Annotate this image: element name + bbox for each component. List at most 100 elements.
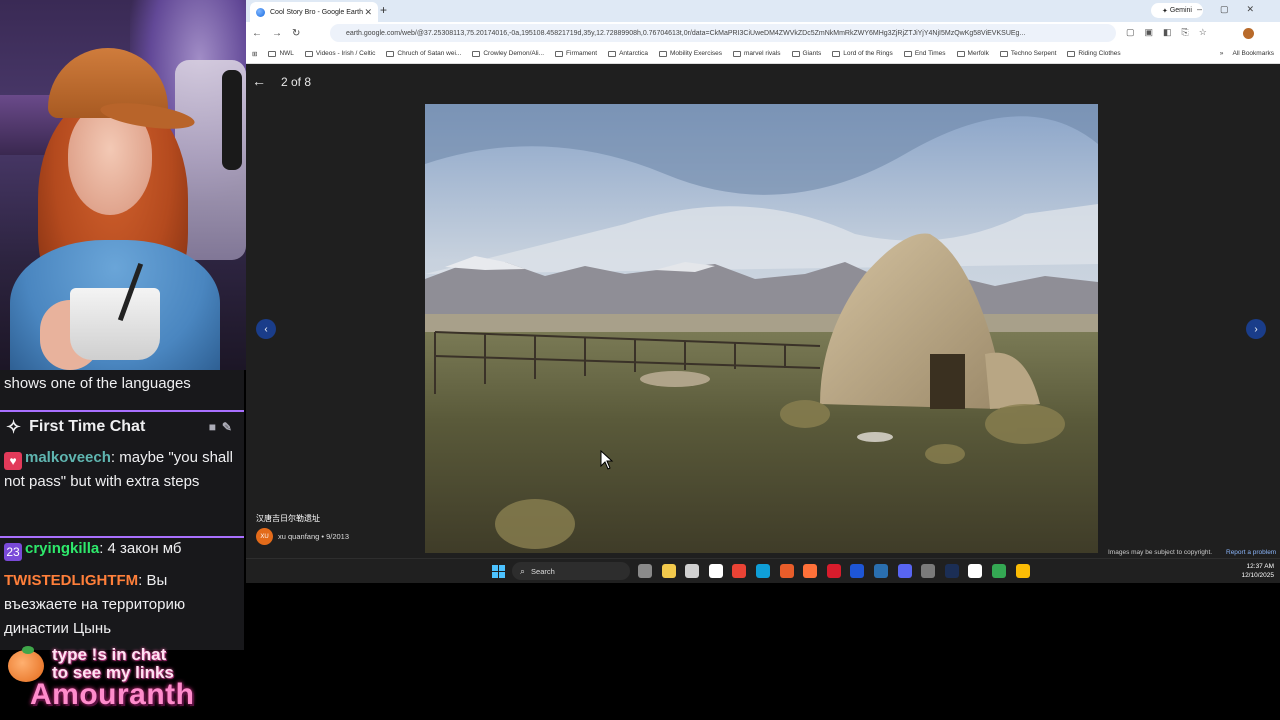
- chevron-left-icon: ‹: [264, 323, 268, 335]
- all-bookmarks-label: All Bookmarks: [1232, 50, 1274, 57]
- tab-close-icon[interactable]: ✕: [364, 7, 372, 18]
- search-label: Search: [531, 566, 555, 576]
- bookmark-item[interactable]: Merfolk: [956, 50, 989, 57]
- bookmark-item[interactable]: Videos - Irish / Celtic: [304, 50, 376, 57]
- clock-time: 12:37 AM: [1246, 563, 1274, 570]
- photo-author[interactable]: XU xu quanfang • 9/2013: [256, 528, 349, 545]
- gemini-button[interactable]: ✦ Gemini: [1151, 3, 1203, 18]
- stream-overlay: type !s in chat to see my links Amourant…: [0, 646, 244, 720]
- bookmark-label: Firmament: [566, 50, 598, 57]
- folder-icon: [733, 50, 742, 57]
- chat-username[interactable]: cryingkilla: [25, 540, 99, 557]
- bookmark-label: Crowley Demon/Ali...: [483, 50, 545, 57]
- profile-avatar[interactable]: [1243, 28, 1254, 39]
- extension-icons[interactable]: ▢▣◧⎘☆: [1126, 27, 1217, 38]
- chat-message: 23 cryingkilla: 4 закон мб: [0, 537, 244, 561]
- taskbar-app-icon[interactable]: [897, 564, 912, 578]
- first-time-chat-title: First Time Chat: [29, 418, 146, 435]
- taskbar-app-icon[interactable]: [685, 564, 700, 578]
- windows-start-icon[interactable]: [492, 565, 505, 578]
- chat-username[interactable]: TWISTEDLIGHTFM: [4, 572, 138, 589]
- bookmark-item[interactable]: End Times: [903, 50, 946, 57]
- bookmark-label: Videos - Irish / Celtic: [315, 50, 376, 57]
- nav-buttons[interactable]: ←→↻: [246, 28, 310, 39]
- chat-username[interactable]: malkoveech: [25, 449, 111, 466]
- chat-tools-icons[interactable]: ■✎: [209, 415, 238, 439]
- bookmark-item[interactable]: Antarctica: [608, 50, 648, 57]
- chat-message: TWISTEDLIGHTFM: Вы въезжаете на территор…: [0, 569, 244, 641]
- gemini-icon: ✦: [1162, 7, 1170, 15]
- tab-title: Cool Story Bro - Google Earth: [270, 8, 363, 16]
- back-arrow-icon[interactable]: ←: [252, 73, 266, 89]
- tab-google-earth[interactable]: Cool Story Bro - Google Earth ✕: [250, 2, 378, 22]
- taskbar-app-icon[interactable]: [779, 564, 794, 578]
- window-controls[interactable]: –▢✕: [1197, 4, 1272, 15]
- url-text: earth.google.com/web/@37.25308113,75.201…: [346, 29, 1026, 37]
- taskbar-app-icon[interactable]: [638, 564, 652, 578]
- folder-icon: [903, 50, 912, 57]
- stream-chat: shows one of the languages ✧ First Time …: [0, 370, 244, 650]
- system-clock[interactable]: 12:37 AM 12/10/2025: [1228, 562, 1274, 580]
- folder-icon: [832, 50, 841, 57]
- bookmark-label: NWL: [279, 50, 294, 57]
- photo-viewer: ← 2 of 8 ‹ › 汉唐吉日尔勒遗址 XU xu quanfang • 9…: [246, 65, 1280, 558]
- screen: shows one of the languages ✧ First Time …: [0, 0, 1280, 720]
- taskbar-app-icon[interactable]: [732, 564, 747, 578]
- landscape-photo: [425, 104, 1098, 553]
- previous-photo-button[interactable]: ‹: [256, 319, 276, 339]
- folder-icon: [1067, 50, 1076, 57]
- folder-icon: [999, 50, 1008, 57]
- photo-counter: 2 of 8: [281, 75, 312, 89]
- bookmark-item[interactable]: Lord of the Rings: [832, 50, 893, 57]
- bookmark-item[interactable]: marvel rivals: [733, 50, 781, 57]
- taskbar-app-icon[interactable]: [803, 564, 818, 578]
- browser-window: Cool Story Bro - Google Earth ✕ + ✦ Gemi…: [246, 0, 1280, 583]
- taskbar-app-icon[interactable]: [968, 564, 983, 578]
- taskbar-app-icon[interactable]: [661, 564, 676, 578]
- bookmark-label: Techno Serpent: [1010, 50, 1057, 57]
- bookmark-label: Mobility Exercises: [670, 50, 723, 57]
- taskbar-app-icon[interactable]: [944, 564, 959, 578]
- folder-icon: [956, 50, 965, 57]
- taskbar-app-icon[interactable]: [755, 564, 770, 578]
- report-problem-link[interactable]: Report a problem: [1226, 549, 1276, 556]
- apps-grid-icon[interactable]: ⊞: [252, 50, 257, 58]
- folder-icon: [659, 50, 667, 57]
- next-photo-button[interactable]: ›: [1246, 319, 1266, 339]
- bookmark-item[interactable]: Giants: [791, 50, 822, 57]
- bookmark-item[interactable]: Chruch of Satan wei...: [386, 50, 461, 57]
- bookmark-label: Giants: [802, 50, 822, 57]
- taskbar-app-icon[interactable]: [991, 564, 1006, 578]
- bookmark-item[interactable]: Techno Serpent: [999, 50, 1057, 57]
- bookmark-item[interactable]: NWL: [268, 50, 294, 57]
- chat-message: shows one of the languages: [0, 372, 195, 396]
- chevron-right-icon: ›: [1254, 323, 1258, 335]
- taskbar-app-icon[interactable]: [708, 564, 723, 578]
- all-bookmarks[interactable]: » All Bookmarks: [1220, 50, 1274, 57]
- bookmark-label: Lord of the Rings: [843, 50, 893, 57]
- taskbar-app-icon[interactable]: [826, 564, 841, 578]
- new-tab-icon[interactable]: +: [380, 3, 387, 17]
- taskbar-app-icon[interactable]: [873, 564, 888, 578]
- taskbar-app-icon[interactable]: [850, 564, 865, 578]
- streamer-name: Amouranth: [30, 678, 195, 711]
- taskbar-app-icon[interactable]: [1015, 564, 1030, 578]
- folder-icon: [386, 50, 395, 57]
- bookmark-item[interactable]: Firmament: [555, 50, 597, 57]
- photo-caption: 汉唐吉日尔勒遗址: [256, 514, 320, 523]
- bookmark-item[interactable]: Mobility Exercises: [659, 50, 722, 57]
- tab-strip: Cool Story Bro - Google Earth ✕ + ✦ Gemi…: [246, 0, 1280, 22]
- sparkle-icon: ✧: [6, 417, 22, 437]
- chat-text: : 4 закон мб: [99, 540, 182, 557]
- chat-message: ♥ malkoveech: maybe "you shall not pass" …: [0, 446, 244, 494]
- folder-icon: [472, 50, 481, 57]
- address-bar[interactable]: earth.google.com/web/@37.25308113,75.201…: [330, 24, 1116, 42]
- author-name: xu quanfang • 9/2013: [278, 532, 350, 541]
- bookmark-item[interactable]: Riding Clothes: [1067, 50, 1121, 57]
- bookmark-label: Merfolk: [967, 50, 989, 57]
- bookmark-item[interactable]: Crowley Demon/Ali...: [472, 50, 544, 57]
- search-icon: ⌕: [520, 565, 526, 576]
- taskbar-search[interactable]: ⌕ Search: [512, 562, 630, 580]
- taskbar-app-icon[interactable]: [921, 564, 936, 578]
- heart-badge-icon: ♥: [4, 452, 22, 470]
